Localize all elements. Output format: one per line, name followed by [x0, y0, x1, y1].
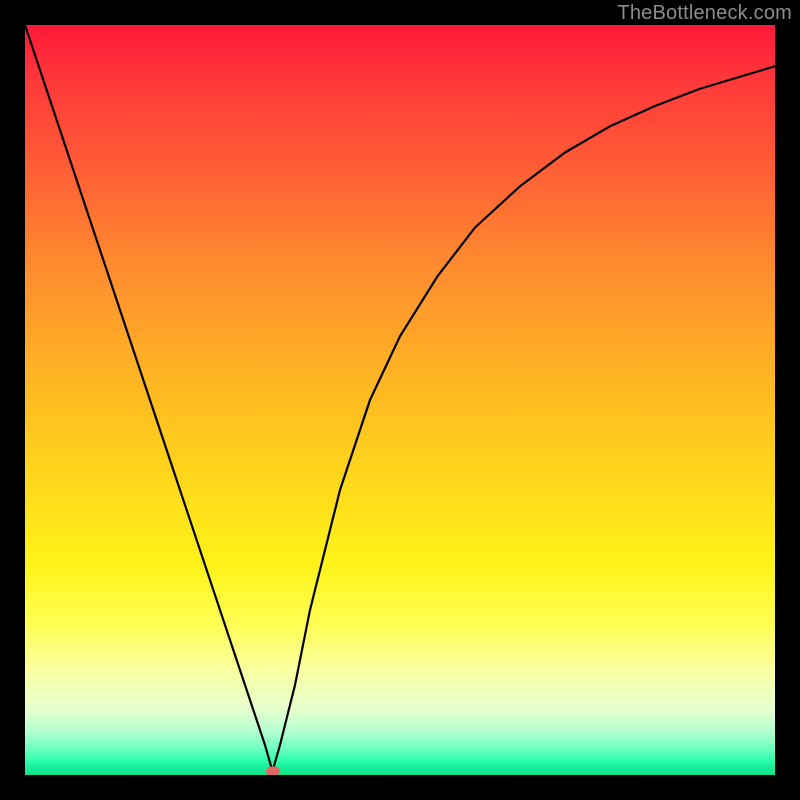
chart-frame: TheBottleneck.com	[0, 0, 800, 800]
watermark: TheBottleneck.com	[617, 2, 792, 25]
plot-area	[25, 25, 775, 775]
curve-svg	[25, 25, 775, 775]
bottleneck-curve	[25, 25, 775, 771]
dip-marker	[266, 767, 280, 775]
